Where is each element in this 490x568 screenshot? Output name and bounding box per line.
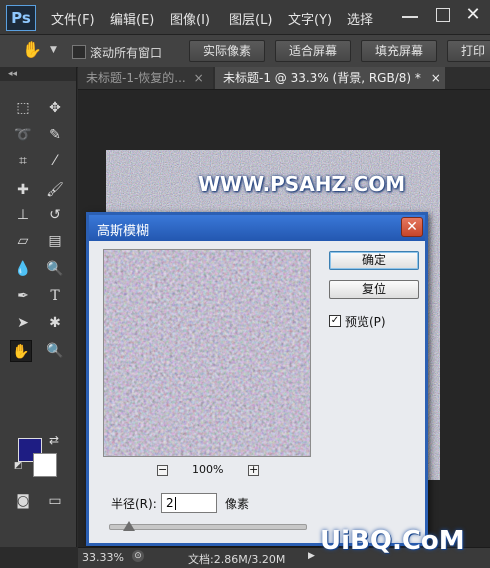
preview-checkbox[interactable]: ✓ (329, 315, 341, 327)
menu-image[interactable]: 图像(I) (170, 9, 210, 28)
type-tool-icon[interactable]: T (44, 285, 66, 307)
preset-dropdown-icon[interactable]: ▼ (50, 45, 57, 55)
dodge-tool-icon[interactable]: 🔍 (44, 258, 66, 280)
fit-screen-button[interactable]: 适合屏幕 (275, 40, 351, 62)
radius-label: 半径(R): (111, 497, 157, 511)
custom-shape-tool-icon[interactable]: ✱ (44, 312, 66, 334)
radius-input[interactable]: 2 (161, 493, 217, 513)
scroll-all-windows-label: 滚动所有窗口 (90, 46, 163, 60)
pen-tool-icon[interactable]: ✒ (12, 285, 34, 307)
hand-tool-icon[interactable]: ✋ (10, 340, 32, 362)
swap-colors-icon[interactable]: ⇄ (49, 433, 59, 447)
menu-type[interactable]: 文字(Y) (288, 9, 332, 28)
gaussian-blur-dialog: 高斯模糊 ✕ 确定 复位 ✓ 预览(P) − 100% + 半径(R): 2 像… (86, 212, 428, 546)
minimize-icon[interactable] (402, 16, 418, 18)
screen-mode-icon[interactable]: ▭ (44, 490, 66, 512)
status-menu-icon[interactable]: ▶ (308, 551, 315, 561)
brush-tool-icon[interactable]: 🖌 (44, 179, 66, 201)
toolbox: ◂◂ ⬚ ✥ ➰ ✎ ⌗ ⁄ ✚ 🖌 ⊥ ↺ ▱ ▤ 💧 🔍 ✒ T ➤ ✱ ✋… (0, 67, 77, 547)
dialog-close-button[interactable]: ✕ (401, 217, 423, 237)
blur-preview[interactable] (103, 249, 311, 457)
options-bar: ✋ ▼ 滚动所有窗口 实际像素 适合屏幕 填充屏幕 打印 (0, 35, 490, 68)
maximize-icon[interactable] (436, 8, 450, 22)
zoom-out-button[interactable]: − (157, 464, 168, 476)
lasso-tool-icon[interactable]: ➰ (12, 124, 34, 146)
status-info-icon[interactable]: ⊙ (132, 550, 144, 562)
zoom-tool-icon[interactable]: 🔍 (44, 340, 66, 362)
quick-select-tool-icon[interactable]: ✎ (44, 124, 66, 146)
tab-document-recovered[interactable]: 未标题-1-恢复的... × (78, 67, 213, 89)
tab-document-active[interactable]: 未标题-1 @ 33.3% (背景, RGB/8) * × (215, 67, 445, 89)
reset-button[interactable]: 复位 (329, 280, 419, 299)
menu-file[interactable]: 文件(F) (51, 9, 95, 28)
eraser-tool-icon[interactable]: ▱ (12, 230, 34, 252)
status-zoom[interactable]: 33.33% (82, 551, 124, 564)
window-close-icon[interactable]: ✕ (462, 4, 484, 26)
healing-brush-icon[interactable]: ✚ (12, 179, 34, 201)
toolbox-collapse-icon[interactable]: ◂◂ (0, 67, 76, 81)
blur-tool-icon[interactable]: 💧 (12, 258, 34, 280)
zoom-level: 100% (192, 463, 224, 476)
tab-label: 未标题-1-恢复的... (86, 71, 186, 85)
radius-slider[interactable] (109, 524, 307, 530)
tab-close-icon[interactable]: × (194, 71, 204, 85)
background-color-swatch[interactable] (33, 453, 57, 477)
crop-tool-icon[interactable]: ⌗ (12, 150, 34, 172)
zoom-in-button[interactable]: + (248, 464, 259, 476)
fill-screen-button[interactable]: 填充屏幕 (361, 40, 437, 62)
quick-mask-icon[interactable]: ◙ (12, 490, 34, 512)
eyedropper-tool-icon[interactable]: ⁄ (44, 150, 66, 172)
ok-button[interactable]: 确定 (329, 251, 419, 270)
preview-label: 预览(P) (345, 315, 386, 329)
menu-layer[interactable]: 图层(L) (229, 9, 272, 28)
clone-stamp-icon[interactable]: ⊥ (12, 204, 34, 226)
radius-unit: 像素 (225, 497, 250, 511)
dialog-title-bar[interactable]: 高斯模糊 ✕ (89, 215, 425, 241)
path-select-tool-icon[interactable]: ➤ (12, 312, 34, 334)
site-logo: UiBQ.CoM (320, 526, 465, 556)
document-size: 文档:2.86M/3.20M (188, 553, 286, 566)
gradient-tool-icon[interactable]: ▤ (44, 230, 66, 252)
marquee-tool-icon[interactable]: ⬚ (12, 97, 34, 119)
scroll-all-windows-checkbox[interactable] (72, 45, 86, 59)
move-tool-icon[interactable]: ✥ (44, 97, 66, 119)
tab-label: 未标题-1 @ 33.3% (背景, RGB/8) * (223, 71, 421, 85)
document-tab-bar: 未标题-1-恢复的... × 未标题-1 @ 33.3% (背景, RGB/8)… (78, 67, 490, 90)
print-size-button[interactable]: 打印 (447, 40, 490, 62)
dialog-title: 高斯模糊 (97, 224, 150, 239)
slider-handle[interactable] (123, 521, 135, 531)
actual-pixels-button[interactable]: 实际像素 (189, 40, 265, 62)
hand-tool-preset-icon[interactable]: ✋ (22, 40, 42, 59)
tab-close-icon[interactable]: × (431, 71, 441, 85)
photoshop-logo: Ps (6, 5, 36, 31)
menu-bar: Ps 文件(F) 编辑(E) 图像(I) 图层(L) 文字(Y) 选择 ✕ (0, 0, 490, 35)
menu-select[interactable]: 选择 (347, 9, 373, 28)
watermark-text: WWW.PSAHZ.COM (198, 172, 406, 196)
history-brush-icon[interactable]: ↺ (44, 204, 66, 226)
menu-edit[interactable]: 编辑(E) (110, 9, 154, 28)
default-colors-icon[interactable]: ◩ (14, 461, 23, 471)
